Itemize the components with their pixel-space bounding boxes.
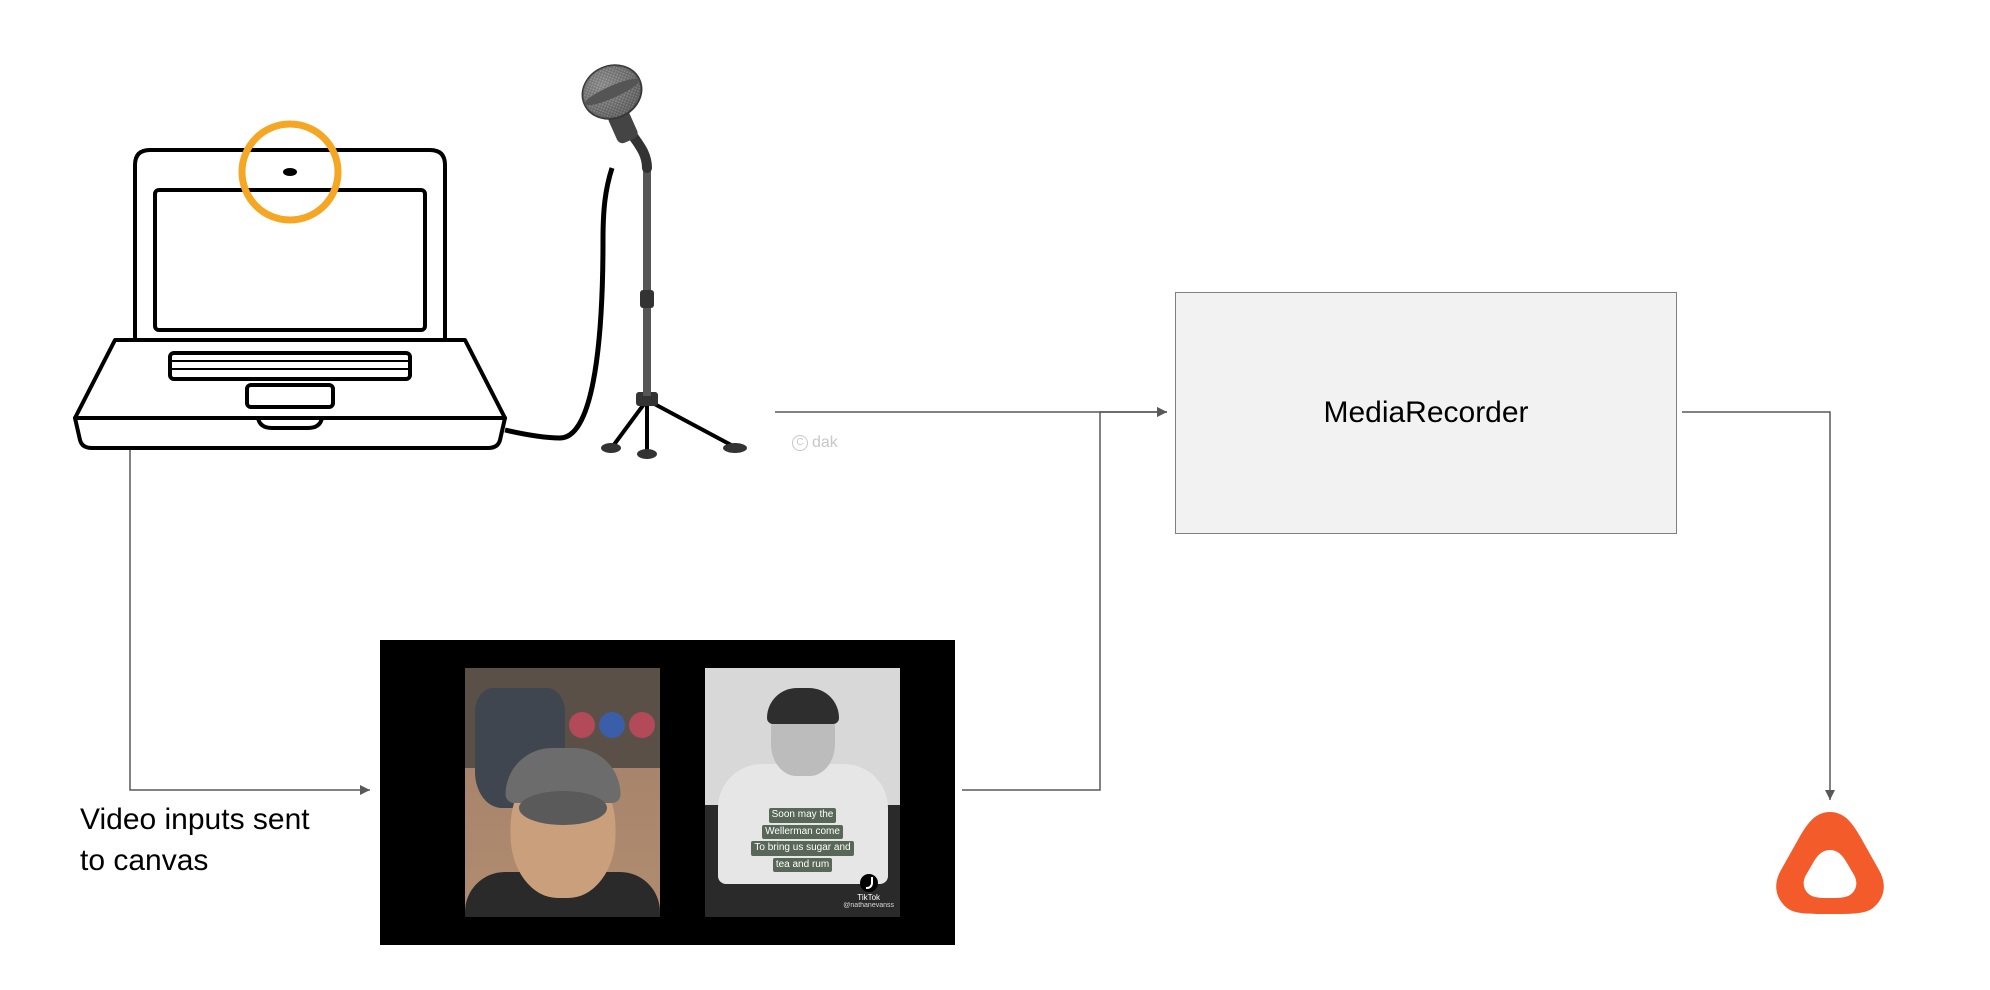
diagram-stage: MediaRecorder Video inputs sent to canva… [0, 0, 1990, 990]
canvas-left-pane [465, 668, 660, 917]
video-inputs-caption: Video inputs sent to canvas [80, 800, 310, 881]
webcam-highlight-circle [242, 124, 338, 220]
media-recorder-label: MediaRecorder [1323, 396, 1528, 430]
arrow-laptop-to-canvas [130, 450, 370, 790]
laptop-screen-thumbnail: Soon may the Wellerman come To bring us … [333, 205, 418, 320]
watermark: C dak [792, 434, 838, 452]
tiktok-icon [860, 874, 878, 892]
canvas-preview: Soon may the Wellerman come To bring us … [380, 640, 955, 945]
laptop-icon [75, 150, 505, 448]
media-recorder-box: MediaRecorder [1175, 292, 1677, 534]
output-logo-icon [1775, 810, 1885, 920]
arrow-canvas-to-box [962, 412, 1167, 790]
tiktok-watermark: TikTok @nathanevanss [843, 874, 894, 909]
microphone-icon [505, 56, 747, 459]
video-caption-overlay: Soon may the Wellerman come To bring us … [728, 808, 878, 874]
canvas-right-pane: Soon may the Wellerman come To bring us … [705, 668, 900, 917]
copyright-icon: C [792, 435, 808, 451]
arrow-box-to-logo [1682, 412, 1830, 800]
watermark-text: dak [812, 434, 838, 452]
